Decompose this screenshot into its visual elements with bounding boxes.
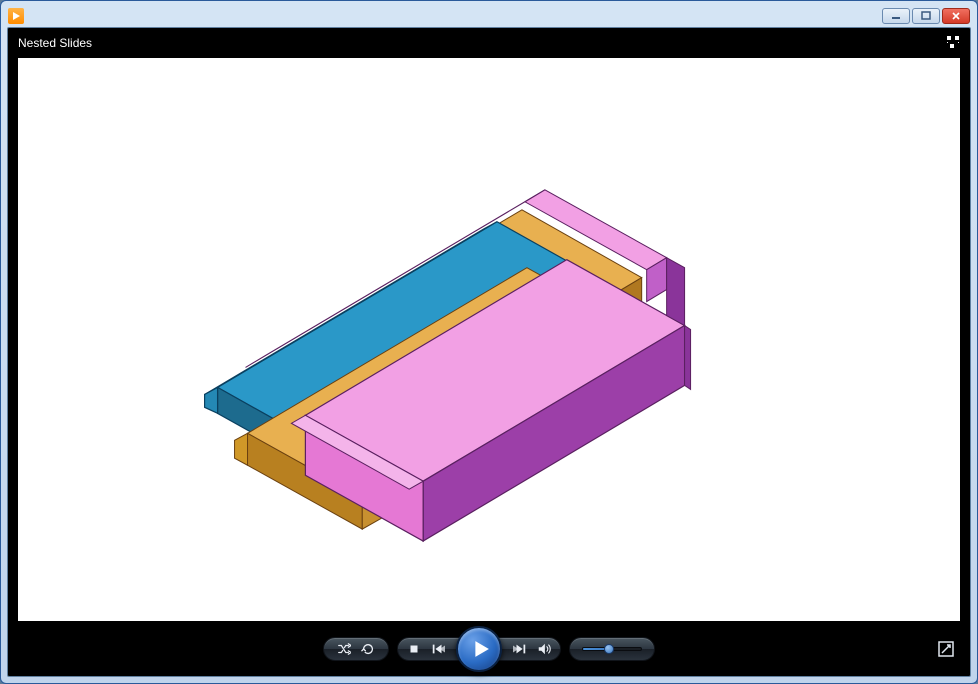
previous-button[interactable] [426, 637, 450, 661]
fullscreen-icon [938, 641, 954, 657]
video-header: Nested Slides [8, 28, 970, 58]
model-3d-illustration [18, 58, 960, 621]
window-controls [882, 8, 970, 24]
shuffle-icon [337, 642, 351, 656]
fullscreen-button[interactable] [936, 639, 956, 659]
mode-pill [323, 637, 389, 661]
player-body: Nested Slides [7, 27, 971, 677]
titlebar [7, 7, 971, 25]
volume-icon [537, 642, 551, 656]
transport-pill [397, 637, 561, 661]
maximize-button[interactable] [912, 8, 940, 24]
stop-button[interactable] [402, 637, 426, 661]
titlebar-left [8, 8, 28, 24]
repeat-icon [361, 642, 375, 656]
player-controls [8, 621, 970, 676]
restore-view-icon[interactable] [946, 35, 960, 52]
mute-button[interactable] [532, 637, 556, 661]
volume-slider[interactable] [582, 647, 642, 651]
play-icon [472, 640, 490, 658]
close-button[interactable] [942, 8, 970, 24]
volume-pill [569, 637, 655, 661]
stop-icon [407, 642, 421, 656]
next-icon [513, 642, 527, 656]
controls-cluster [323, 637, 655, 661]
volume-thumb[interactable] [604, 644, 614, 654]
minimize-button[interactable] [882, 8, 910, 24]
play-button[interactable] [456, 626, 502, 672]
video-canvas [18, 58, 960, 621]
app-icon [8, 8, 24, 24]
repeat-button[interactable] [356, 637, 380, 661]
video-title: Nested Slides [18, 36, 92, 50]
previous-icon [431, 642, 445, 656]
next-button[interactable] [508, 637, 532, 661]
app-window: Nested Slides [0, 0, 978, 684]
shuffle-button[interactable] [332, 637, 356, 661]
